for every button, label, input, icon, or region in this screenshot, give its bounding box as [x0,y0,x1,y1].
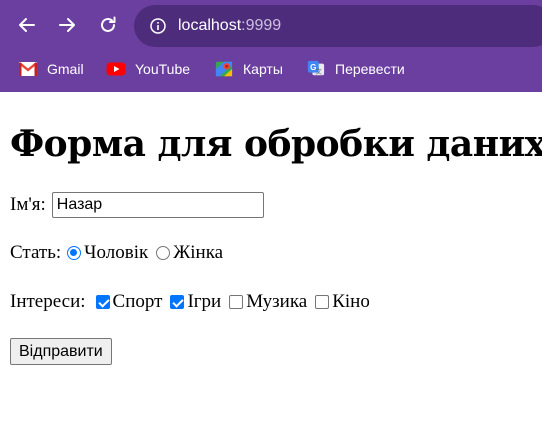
sport-label: Спорт [112,291,163,312]
gender-row: Стать: Чоловік Жінка [10,242,231,264]
translate-icon: G 文 [307,60,325,76]
gender-option-male[interactable]: Чоловік [67,242,148,264]
back-button[interactable] [13,11,41,39]
page-content: Форма для обробки даних Ім'я: Стать: Чол… [0,92,542,424]
name-input[interactable] [51,192,264,218]
reload-icon [101,16,116,32]
female-radio[interactable] [156,246,171,260]
arrow-left-icon [19,18,35,32]
interest-movies[interactable]: Кіно [315,291,370,313]
svg-text:文: 文 [316,67,323,76]
male-radio[interactable] [67,246,82,260]
movies-label: Кіно [332,291,370,312]
name-row: Ім'я: [10,192,264,218]
music-checkbox[interactable] [229,295,244,309]
female-label: Жінка [173,242,224,263]
forward-button[interactable] [53,11,81,39]
bookmark-label: Gmail [47,61,84,77]
bookmark-maps[interactable]: Карты [214,50,283,88]
bookmark-label: YouTube [135,61,191,77]
bookmark-label: Перевести [335,61,405,77]
bookmarks-bar: Gmail YouTube Карты G 文 Перевести [0,50,542,92]
page-title: Форма для обробки даних [10,123,542,165]
interest-sport[interactable]: Спорт [95,291,163,313]
maps-icon [215,61,233,77]
gender-option-female[interactable]: Жінка [156,242,223,264]
reload-button[interactable] [94,11,122,39]
bookmark-translate[interactable]: G 文 Перевести [306,50,405,88]
url-port: :9999 [241,17,282,34]
url-host: localhost [178,17,242,34]
address-bar[interactable]: localhost:9999 [134,5,542,47]
youtube-icon [106,62,126,76]
bookmark-label: Карты [243,61,283,77]
male-label: Чоловік [84,242,149,263]
bookmark-youtube[interactable]: YouTube [106,50,190,88]
gender-label: Стать: [10,242,62,263]
movies-checkbox[interactable] [315,295,330,309]
sport-checkbox[interactable] [95,295,110,309]
interest-games[interactable]: Ігри [170,291,221,313]
music-label: Музика [246,291,308,312]
games-checkbox[interactable] [170,295,185,309]
url-text: localhost:9999 [178,5,281,47]
arrow-right-icon [59,18,75,32]
gmail-icon [18,62,38,76]
site-info-icon[interactable] [150,18,166,34]
interest-music[interactable]: Музика [229,291,307,313]
name-label: Ім'я: [10,194,46,215]
games-label: Ігри [187,291,222,312]
interests-row: Інтереси: Спорт Ігри Музика Кіно [10,291,378,313]
bookmark-gmail[interactable]: Gmail [18,50,84,88]
interests-label: Інтереси: [10,291,86,312]
submit-button[interactable]: Відправити [10,338,112,365]
browser-toolbar: localhost:9999 [0,0,542,50]
